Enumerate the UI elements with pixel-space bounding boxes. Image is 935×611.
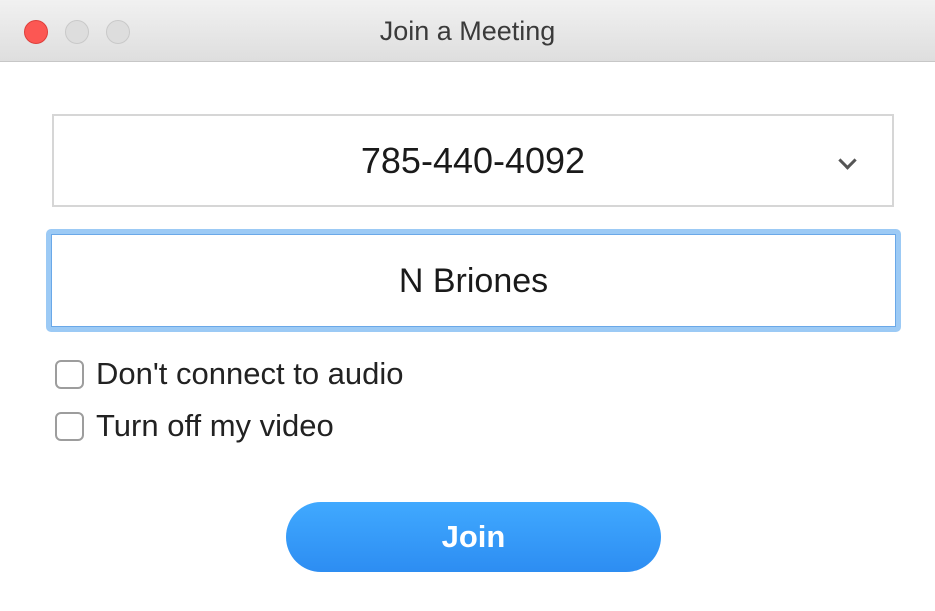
join-button[interactable]: Join	[286, 502, 661, 572]
title-bar: Join a Meeting	[0, 0, 935, 62]
dont-connect-audio-checkbox[interactable]	[55, 359, 84, 389]
turn-off-video-option[interactable]: Turn off my video	[55, 408, 334, 444]
name-field[interactable]: N Briones	[46, 229, 901, 332]
meeting-id-value: 785-440-4092	[360, 140, 586, 181]
turn-off-video-checkbox[interactable]	[55, 411, 84, 441]
turn-off-video-label: Turn off my video	[96, 408, 334, 443]
meeting-id-dropdown[interactable]: 785-440-4092	[52, 114, 894, 207]
dont-connect-audio-option[interactable]: Don't connect to audio	[55, 356, 404, 392]
window-title: Join a Meeting	[379, 16, 556, 46]
name-field-value: N Briones	[398, 262, 549, 300]
dont-connect-audio-label: Don't connect to audio	[96, 356, 404, 391]
